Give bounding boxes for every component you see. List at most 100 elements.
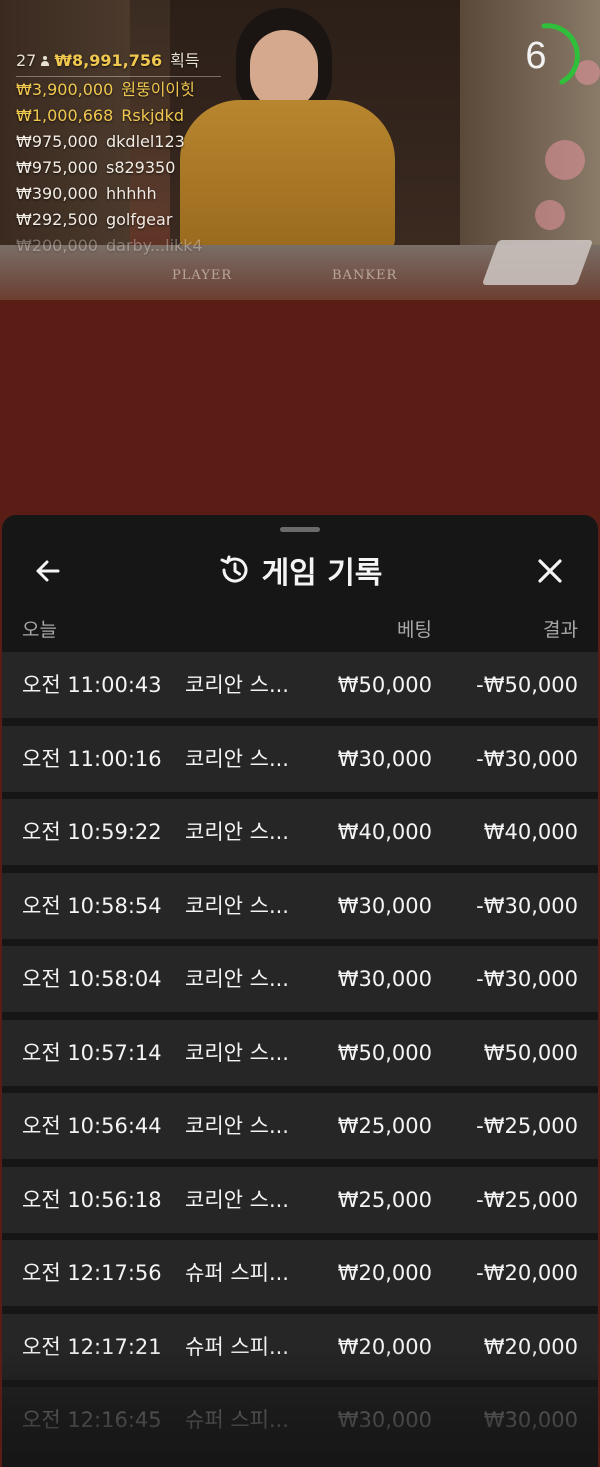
row-result: -₩25,000 bbox=[476, 1187, 578, 1212]
history-row[interactable]: 오전 12:16:45 슈퍼 스피... ₩30,000 ₩30,000 bbox=[2, 1387, 598, 1453]
winner-amount: ₩975,000 bbox=[16, 132, 98, 151]
history-row[interactable]: 오전 10:58:54 코리안 스... ₩30,000 -₩30,000 bbox=[2, 872, 598, 939]
winner-amount: ₩1,000,668 bbox=[16, 106, 114, 125]
winners-suffix: 획득 bbox=[170, 51, 200, 70]
history-row[interactable]: 오전 10:59:22 코리안 스... ₩40,000 ₩40,000 bbox=[2, 799, 598, 865]
winner-amount: ₩3,900,000 bbox=[16, 80, 114, 99]
row-result: ₩30,000 bbox=[483, 1408, 578, 1432]
winner-row: ₩200,000 darby...likk4 bbox=[16, 233, 221, 259]
person-icon bbox=[41, 56, 50, 66]
row-time: 오전 11:00:43 bbox=[22, 673, 162, 697]
row-bet: ₩20,000 bbox=[337, 1261, 432, 1285]
row-game: 코리안 스... bbox=[185, 1040, 289, 1065]
winner-row: ₩3,900,000 원뚱이이힛 bbox=[16, 77, 221, 103]
row-result: ₩40,000 bbox=[483, 820, 578, 844]
history-row[interactable]: 오전 10:58:04 코리안 스... ₩30,000 -₩30,000 bbox=[2, 946, 598, 1012]
row-game: 슈퍼 스피... bbox=[185, 1261, 289, 1285]
table-label-banker: BANKER bbox=[332, 268, 398, 283]
winner-name: darby...likk4 bbox=[105, 236, 203, 255]
winner-name: golfgear bbox=[105, 210, 173, 229]
winner-name: dkdlel123 bbox=[105, 132, 185, 151]
arrow-left-icon bbox=[36, 560, 60, 582]
panel-title-wrap: 게임 기록 bbox=[2, 545, 598, 595]
row-bet: ₩25,000 bbox=[337, 1114, 432, 1138]
row-bet: ₩30,000 bbox=[337, 746, 432, 771]
history-row[interactable]: 오전 10:56:18 코리안 스... ₩25,000 -₩25,000 bbox=[2, 1166, 598, 1233]
back-button[interactable] bbox=[30, 553, 66, 589]
winner-amount: ₩200,000 bbox=[16, 236, 98, 255]
dealer-face bbox=[250, 30, 318, 110]
row-time: 오전 12:17:21 bbox=[22, 1334, 162, 1359]
row-game: 코리안 스... bbox=[185, 673, 289, 697]
row-result: -₩20,000 bbox=[476, 1261, 578, 1285]
row-result: -₩50,000 bbox=[476, 673, 578, 697]
close-button[interactable] bbox=[532, 553, 568, 589]
row-game: 코리안 스... bbox=[185, 1114, 289, 1138]
row-result: -₩25,000 bbox=[476, 1114, 578, 1138]
blossom-decor bbox=[535, 200, 565, 230]
row-time: 오전 10:59:22 bbox=[22, 820, 162, 844]
timer-value: 6 bbox=[525, 35, 547, 77]
winner-row: ₩1,000,668 Rskjdkd bbox=[16, 103, 221, 129]
history-icon bbox=[220, 555, 248, 583]
row-bet: ₩50,000 bbox=[337, 673, 432, 697]
row-result: -₩30,000 bbox=[476, 893, 578, 918]
row-time: 오전 10:58:04 bbox=[22, 967, 162, 991]
winners-header: 27 ₩8,991,756 획득 bbox=[16, 48, 221, 77]
close-icon bbox=[538, 559, 562, 583]
winner-amount: ₩975,000 bbox=[16, 158, 98, 177]
winners-count: 27 bbox=[16, 51, 37, 70]
row-result: ₩20,000 bbox=[483, 1334, 578, 1359]
row-game: 코리안 스... bbox=[185, 893, 289, 918]
winner-row: ₩292,500 golfgear bbox=[16, 207, 221, 233]
history-row[interactable]: 오전 10:57:14 코리안 스... ₩50,000 ₩50,000 bbox=[2, 1019, 598, 1086]
winner-row: ₩975,000 dkdlel123 bbox=[16, 129, 221, 155]
winner-row: ₩975,000 s829350 bbox=[16, 155, 221, 181]
history-row[interactable]: 오전 12:17:56 슈퍼 스피... ₩20,000 -₩20,000 bbox=[2, 1240, 598, 1306]
row-time: 오전 10:56:18 bbox=[22, 1187, 162, 1212]
row-bet: ₩30,000 bbox=[337, 1408, 432, 1432]
winner-amount: ₩292,500 bbox=[16, 210, 98, 229]
column-header-bet: 베팅 bbox=[397, 619, 432, 641]
column-header-date: 오늘 bbox=[22, 619, 57, 641]
column-header-result: 결과 bbox=[543, 619, 578, 641]
winners-board: 27 ₩8,991,756 획득 ₩3,900,000 원뚱이이힛 ₩1,000,… bbox=[16, 48, 221, 259]
row-result: -₩30,000 bbox=[476, 746, 578, 771]
row-time: 오전 11:00:16 bbox=[22, 746, 162, 771]
card-shoe bbox=[481, 240, 594, 285]
table-label-player: PLAYER bbox=[172, 268, 233, 283]
row-bet: ₩25,000 bbox=[337, 1187, 432, 1212]
row-time: 오전 12:17:56 bbox=[22, 1261, 162, 1285]
row-bet: ₩30,000 bbox=[337, 967, 432, 991]
winners-total: ₩8,991,756 bbox=[54, 51, 163, 70]
row-bet: ₩40,000 bbox=[337, 820, 432, 844]
row-time: 오전 10:58:54 bbox=[22, 893, 162, 918]
winner-amount: ₩390,000 bbox=[16, 184, 98, 203]
panel-title: 게임 기록 bbox=[261, 556, 383, 591]
row-result: -₩30,000 bbox=[476, 967, 578, 991]
row-bet: ₩20,000 bbox=[337, 1334, 432, 1359]
row-game: 코리안 스... bbox=[185, 746, 289, 771]
row-time: 오전 10:56:44 bbox=[22, 1114, 162, 1138]
history-row[interactable]: 오전 11:00:16 코리안 스... ₩30,000 -₩30,000 bbox=[2, 725, 598, 792]
row-time: 오전 12:16:45 bbox=[22, 1408, 162, 1432]
row-game: 슈퍼 스피... bbox=[185, 1334, 289, 1359]
row-game: 코리안 스... bbox=[185, 967, 289, 991]
winner-name: 원뚱이이힛 bbox=[121, 80, 195, 99]
blossom-decor bbox=[545, 140, 585, 180]
row-game: 슈퍼 스피... bbox=[185, 1408, 289, 1432]
game-history-panel: 게임 기록 오늘 베팅 결과 오전 11:00:43 코리안 스... ₩50,… bbox=[2, 515, 598, 1467]
countdown-timer: 6 bbox=[508, 20, 580, 92]
history-row[interactable]: 오전 11:00:43 코리안 스... ₩50,000 -₩50,000 bbox=[2, 652, 598, 718]
row-result: ₩50,000 bbox=[483, 1040, 578, 1065]
row-bet: ₩30,000 bbox=[337, 893, 432, 918]
winner-name: hhhhh bbox=[105, 184, 157, 203]
drag-handle[interactable] bbox=[280, 527, 320, 532]
panel-header: 게임 기록 bbox=[2, 545, 598, 595]
history-row[interactable]: 오전 12:17:21 슈퍼 스피... ₩20,000 ₩20,000 bbox=[2, 1313, 598, 1380]
winner-name: Rskjdkd bbox=[121, 106, 184, 125]
row-time: 오전 10:57:14 bbox=[22, 1040, 162, 1065]
history-row[interactable]: 오전 10:56:44 코리안 스... ₩25,000 -₩25,000 bbox=[2, 1093, 598, 1159]
live-video: PLAYER BANKER 27 ₩8,991,756 획득 ₩3,900,00… bbox=[0, 0, 600, 300]
row-game: 코리안 스... bbox=[185, 1187, 289, 1212]
